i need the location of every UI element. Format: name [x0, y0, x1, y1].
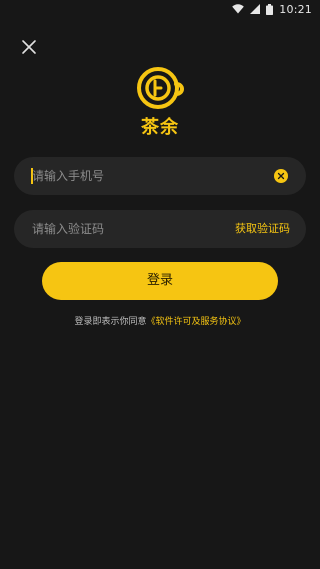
verification-code-field[interactable]: 获取验证码: [14, 210, 306, 248]
teapot-logo-icon: [134, 62, 186, 114]
signal-icon: [250, 4, 261, 14]
brand-name: 茶余: [141, 117, 179, 138]
agreement-notice: 登录即表示你同意《软件许可及服务协议》: [0, 314, 320, 327]
close-icon[interactable]: [20, 38, 38, 56]
clear-icon[interactable]: [274, 169, 288, 183]
phone-field[interactable]: [14, 157, 306, 195]
get-code-button[interactable]: 获取验证码: [235, 210, 290, 248]
verification-code-input[interactable]: [32, 210, 232, 248]
agreement-link[interactable]: 《软件许可及服务协议》: [147, 317, 246, 327]
login-button[interactable]: 登录: [42, 262, 278, 300]
agreement-text: 登录即表示你同意: [74, 317, 147, 327]
status-bar: 10:21: [0, 0, 320, 18]
battery-icon: [266, 3, 274, 15]
status-time: 10:21: [279, 2, 312, 16]
phone-input[interactable]: [32, 157, 232, 195]
wifi-icon: [232, 4, 245, 14]
